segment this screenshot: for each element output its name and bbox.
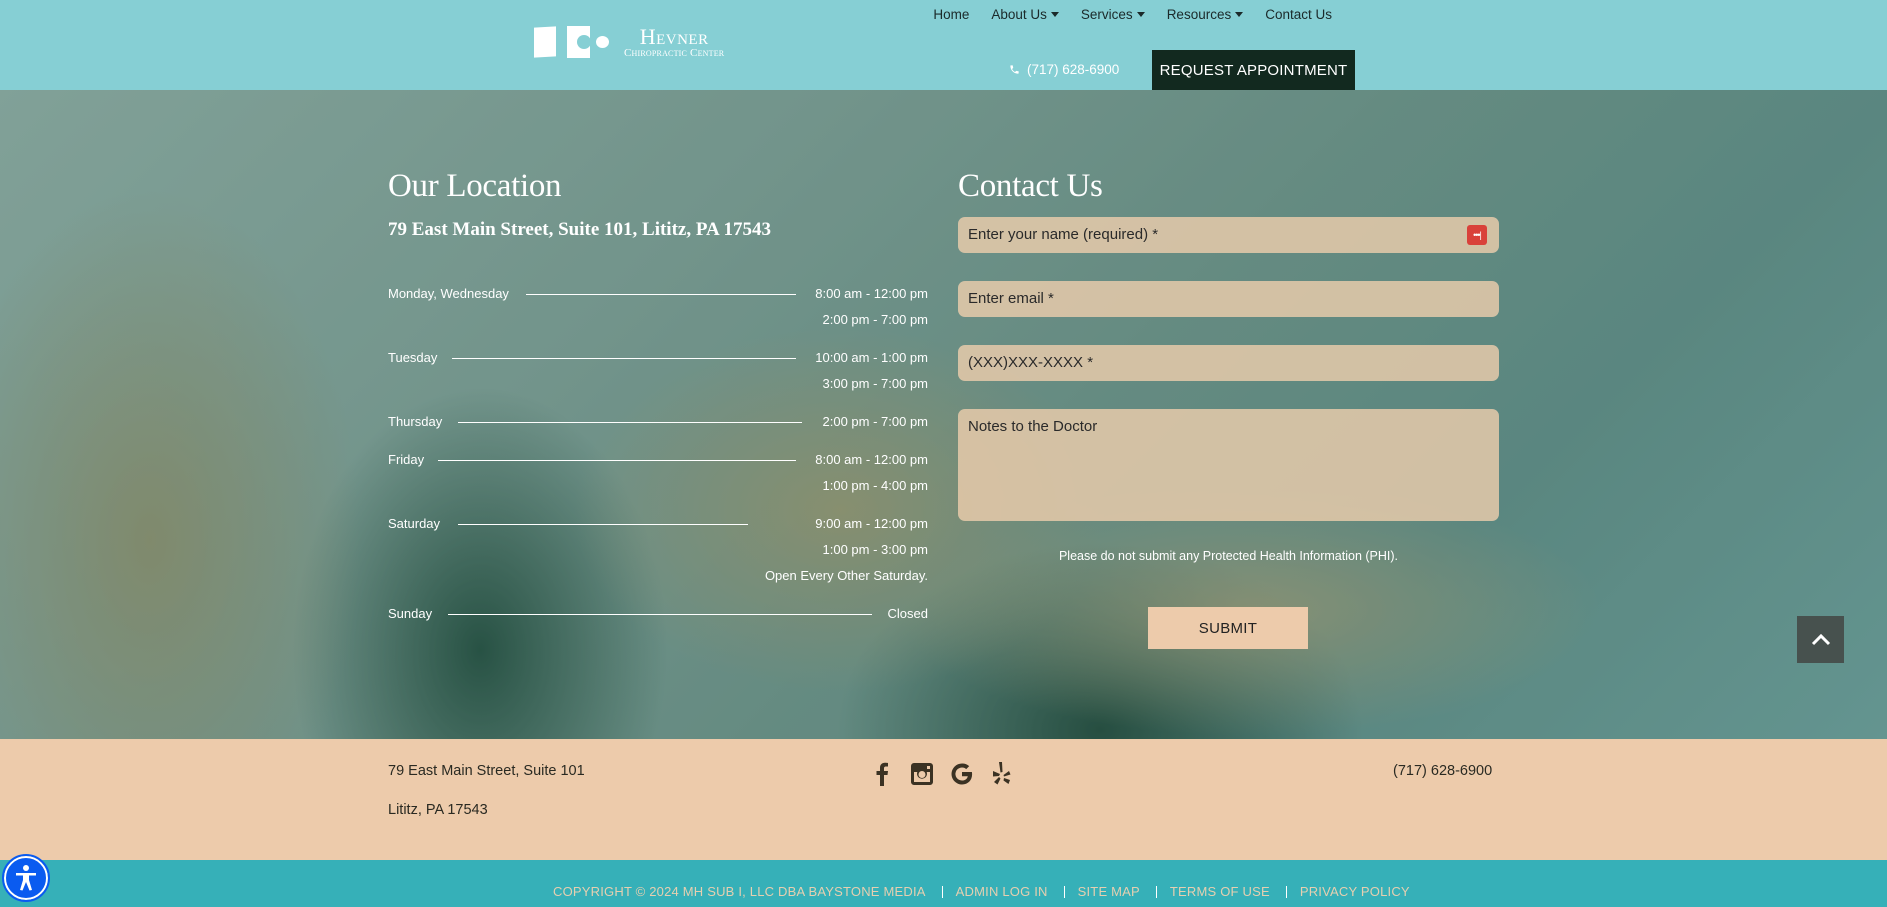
back-to-top-button[interactable] [1797,616,1844,663]
nav-contact-us[interactable]: Contact Us [1254,7,1343,22]
phone-input[interactable]: (XXX)XXX-XXXX * [958,345,1499,381]
site-header: Hevner Chiropractic Center Home About Us… [0,0,1887,90]
admin-login-link[interactable]: ADMIN LOG IN [956,884,1048,899]
footer-address-line1: 79 East Main Street, Suite 101 [388,763,585,779]
privacy-policy-link[interactable]: PRIVACY POLICY [1300,884,1410,899]
submit-button[interactable]: SUBMIT [1148,607,1308,649]
password-manager-icon[interactable]: •••| [1467,225,1487,245]
logo-mark-icon [534,24,614,60]
location-section: Our Location 79 East Main Street, Suite … [388,168,928,621]
location-title: Our Location [388,168,562,204]
request-appointment-button[interactable]: REQUEST APPOINTMENT [1152,50,1355,90]
caret-down-icon [1235,12,1244,17]
chevron-up-icon [1811,633,1830,645]
site-logo[interactable]: Hevner Chiropractic Center [534,24,724,60]
divider [1063,885,1065,898]
contact-title: Contact Us [958,168,1103,204]
terms-of-use-link[interactable]: TERMS OF USE [1170,884,1270,899]
footer-links: COPYRIGHT © 2024 MH SUB I, LLC DBA BAYST… [553,884,1410,899]
name-input[interactable]: Enter your name (required) * •••| [958,217,1499,253]
accessibility-icon [16,865,36,891]
accessibility-button[interactable] [2,854,50,902]
yelp-icon[interactable] [990,761,1014,787]
location-address: 79 East Main Street, Suite 101, Lititz, … [388,219,771,240]
nav-resources[interactable]: Resources [1156,7,1255,22]
notes-textarea[interactable]: Notes to the Doctor [958,409,1499,521]
instagram-icon[interactable] [910,761,934,787]
copyright-bar: COPYRIGHT © 2024 MH SUB I, LLC DBA BAYST… [0,860,1887,907]
logo-subtitle: Chiropractic Center [624,46,725,59]
nav-home[interactable]: Home [922,7,980,22]
background-photo [0,90,1887,739]
divider [1155,885,1157,898]
footer-phone-link[interactable]: (717) 628-6900 [1393,763,1492,779]
logo-name: Hevner [639,23,709,49]
nav-about-us[interactable]: About Us [980,7,1070,22]
phone-icon [1010,65,1019,74]
header-phone-link[interactable]: (717) 628-6900 [1009,62,1119,77]
site-map-link[interactable]: SITE MAP [1078,884,1140,899]
divider [941,885,943,898]
caret-down-icon [1136,12,1145,17]
facebook-icon[interactable] [870,761,894,787]
contact-form: Contact Us Enter your name (required) * … [958,168,1499,649]
phi-notice: Please do not submit any Protected Healt… [1058,549,1399,563]
site-footer: 79 East Main Street, Suite 101 Lititz, P… [0,739,1887,860]
footer-address-line2: Lititz, PA 17543 [388,802,488,818]
copyright-text: COPYRIGHT © 2024 MH SUB I, LLC DBA BAYST… [553,884,926,899]
google-icon[interactable] [950,761,974,787]
divider [1285,885,1287,898]
email-input[interactable]: Enter email * [958,281,1499,317]
main-nav: Home About Us Services Resources Contact… [922,7,1343,22]
caret-down-icon [1050,12,1059,17]
hero-section: Our Location 79 East Main Street, Suite … [0,90,1887,739]
nav-services[interactable]: Services [1070,7,1156,22]
social-links [870,761,1014,787]
